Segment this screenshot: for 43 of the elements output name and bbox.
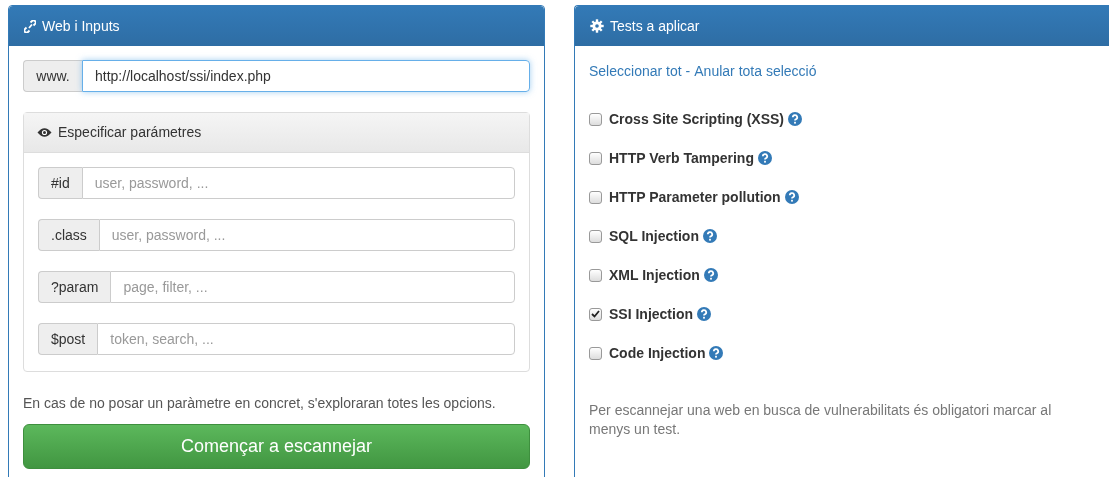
help-icon[interactable] [757, 151, 772, 165]
test-label[interactable]: HTTP Parameter pollution [609, 186, 781, 208]
eye-icon [37, 127, 52, 138]
test-label[interactable]: Code Injection [609, 342, 706, 364]
test-label[interactable]: Cross Site Scripting (XSS) [609, 108, 785, 130]
param-input[interactable]: user, password, ... [98, 219, 515, 251]
test-checkbox[interactable] [589, 268, 602, 282]
url-prefix: www. [23, 60, 82, 92]
test-label[interactable]: HTTP Verb Tampering [609, 147, 754, 169]
check-icon [591, 310, 600, 318]
help-text: En cas de no posar un paràmetre en concret, s'exploraran totes les opcions. [23, 394, 497, 413]
test-label[interactable]: SQL Injection [609, 225, 699, 247]
param-prefix: $post [38, 323, 98, 355]
help-icon[interactable] [703, 229, 717, 243]
help-icon[interactable] [784, 190, 799, 204]
url-input[interactable]: http://localhost/ssi/index.php [82, 60, 530, 92]
param-input[interactable]: page, filter, ... [110, 271, 515, 303]
test-checkbox[interactable] [589, 190, 602, 204]
test-checkbox[interactable] [589, 307, 602, 321]
panel-title: Web i Inputs [42, 16, 120, 36]
test-checkbox[interactable] [589, 112, 602, 126]
panel-title: Tests a aplicar [610, 16, 700, 36]
param-prefix: #id [38, 167, 82, 199]
param-prefix: ?param [38, 271, 111, 303]
param-input[interactable]: user, password, ... [81, 167, 515, 199]
param-prefix: .class [38, 219, 99, 251]
tests-help-text: Per escannejar una web en busca de vulnerabilitats és obligatori marcar al menys un test. [589, 401, 1053, 439]
help-icon[interactable] [697, 307, 711, 321]
help-icon[interactable] [703, 268, 718, 282]
param-input[interactable]: token, search, ... [97, 323, 515, 355]
test-checkbox[interactable] [589, 346, 602, 360]
test-label[interactable]: SSI Injection [609, 303, 693, 325]
help-icon[interactable] [788, 112, 803, 126]
link-separator: - [685, 62, 691, 81]
test-checkbox[interactable] [589, 229, 602, 243]
help-icon[interactable] [709, 346, 724, 360]
params-title: Especificar parámetres [58, 123, 202, 142]
test-checkbox[interactable] [589, 151, 602, 165]
gear-icon [590, 19, 604, 33]
select-all-link[interactable]: Seleccionar tot [589, 61, 682, 82]
test-label[interactable]: XML Injection [609, 264, 700, 286]
deselect-all-link[interactable]: Anular tota selecció [694, 61, 817, 82]
link-icon [24, 19, 36, 33]
